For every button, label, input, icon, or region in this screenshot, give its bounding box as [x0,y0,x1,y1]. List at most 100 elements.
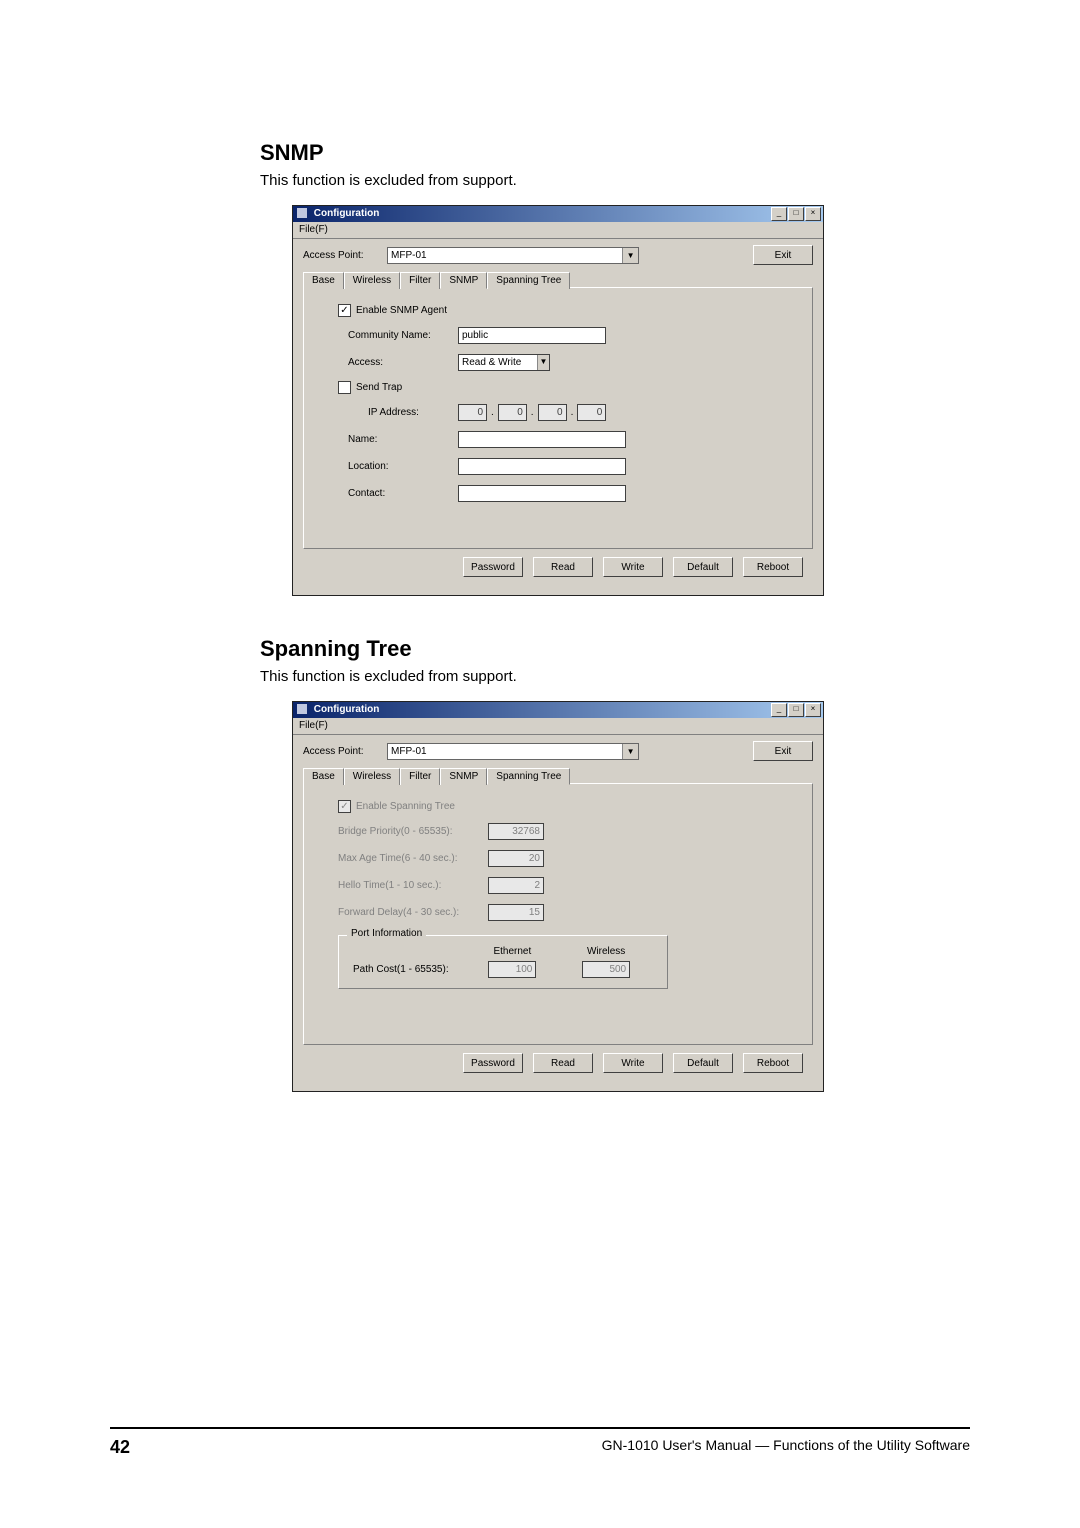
reboot-button[interactable]: Reboot [743,557,803,577]
exit-button[interactable]: Exit [753,245,813,265]
tab-snmp[interactable]: SNMP [440,272,487,289]
desc-spanning: This function is excluded from support. [260,668,970,685]
enable-spanning-label: Enable Spanning Tree [356,801,455,812]
ethernet-header: Ethernet [466,946,560,957]
ip-octet-1[interactable]: 0 [458,404,487,421]
send-trap-checkbox[interactable]: Send Trap [338,381,788,394]
access-point-combo[interactable]: ▼ [387,247,639,264]
heading-spanning: Spanning Tree [260,636,970,662]
menu-file[interactable]: File(F) [299,720,328,731]
chevron-down-icon[interactable]: ▼ [622,248,638,263]
tab-filter[interactable]: Filter [400,768,440,785]
close-icon[interactable]: × [805,207,821,221]
pathcost-wl-input[interactable] [582,961,630,978]
footer-text: GN-1010 User's Manual — Functions of the… [602,1437,970,1458]
tab-spanning[interactable]: Spanning Tree [487,272,570,289]
port-information-group: Port Information Ethernet Wireless Path … [338,935,668,989]
chevron-down-icon[interactable]: ▼ [537,355,549,370]
maximize-icon[interactable]: □ [788,207,804,221]
contact-label: Contact: [348,488,458,499]
app-icon [297,208,307,218]
screenshot-spanning: Configuration _ □ × File(F) Access Point… [292,701,824,1092]
password-button[interactable]: Password [463,1053,523,1073]
tab-filter[interactable]: Filter [400,272,440,289]
maxage-label: Max Age Time(6 - 40 sec.): [338,853,488,864]
access-point-label: Access Point: [303,250,381,261]
tab-strip: Base Wireless Filter SNMP Spanning Tree [303,271,813,288]
exit-button[interactable]: Exit [753,741,813,761]
location-input[interactable] [458,458,626,475]
name-input[interactable] [458,431,626,448]
checkbox-checked-icon: ✓ [338,304,351,317]
access-point-combo[interactable]: ▼ [387,743,639,760]
hello-label: Hello Time(1 - 10 sec.): [338,880,488,891]
enable-snmp-checkbox[interactable]: ✓ Enable SNMP Agent [338,304,788,317]
access-select[interactable]: ▼ [458,354,550,371]
enable-snmp-label: Enable SNMP Agent [356,305,447,316]
tab-base[interactable]: Base [303,768,344,785]
tab-strip: Base Wireless Filter SNMP Spanning Tree [303,767,813,784]
minimize-icon[interactable]: _ [771,207,787,221]
access-value[interactable] [459,355,537,370]
ip-octet-2[interactable]: 0 [498,404,527,421]
window-controls: _ □ × [771,703,821,717]
dialog-buttons: Password Read Write Default Reboot [303,1045,813,1081]
reboot-button[interactable]: Reboot [743,1053,803,1073]
ip-label: IP Address: [368,407,458,418]
chevron-down-icon[interactable]: ▼ [622,744,638,759]
send-trap-label: Send Trap [356,382,402,393]
access-point-input[interactable] [388,744,622,759]
snmp-panel: ✓ Enable SNMP Agent Community Name: Acce… [303,287,813,549]
tab-wireless[interactable]: Wireless [344,768,400,785]
tab-spanning[interactable]: Spanning Tree [487,768,570,785]
read-button[interactable]: Read [533,557,593,577]
tab-snmp[interactable]: SNMP [440,768,487,785]
name-label: Name: [348,434,458,445]
location-label: Location: [348,461,458,472]
heading-snmp: SNMP [260,140,970,166]
read-button[interactable]: Read [533,1053,593,1073]
community-input[interactable] [458,327,606,344]
password-button[interactable]: Password [463,557,523,577]
ip-octet-4[interactable]: 0 [577,404,606,421]
access-point-label: Access Point: [303,746,381,757]
community-label: Community Name: [348,330,458,341]
enable-spanning-checkbox[interactable]: ✓ Enable Spanning Tree [338,800,788,813]
wireless-header: Wireless [559,946,653,957]
write-button[interactable]: Write [603,557,663,577]
page-number: 42 [110,1437,130,1458]
pathcost-eth-input[interactable] [488,961,536,978]
menu-file[interactable]: File(F) [299,224,328,235]
app-icon [297,704,307,714]
window-title: Configuration [314,704,380,715]
default-button[interactable]: Default [673,557,733,577]
write-button[interactable]: Write [603,1053,663,1073]
tab-base[interactable]: Base [303,272,344,289]
access-point-input[interactable] [388,248,622,263]
ip-octet-3[interactable]: 0 [538,404,567,421]
titlebar: Configuration _ □ × [293,206,823,222]
close-icon[interactable]: × [805,703,821,717]
contact-input[interactable] [458,485,626,502]
desc-snmp: This function is excluded from support. [260,172,970,189]
checkbox-unchecked-icon [338,381,351,394]
window-title: Configuration [314,208,380,219]
forward-delay-label: Forward Delay(4 - 30 sec.): [338,907,488,918]
pathcost-label: Path Cost(1 - 65535): [353,964,466,975]
bridge-priority-label: Bridge Priority(0 - 65535): [338,826,488,837]
screenshot-snmp: Configuration _ □ × File(F) Access Point… [292,205,824,596]
titlebar: Configuration _ □ × [293,702,823,718]
dialog-buttons: Password Read Write Default Reboot [303,549,813,585]
spanning-panel: ✓ Enable Spanning Tree Bridge Priority(0… [303,783,813,1045]
checkbox-checked-icon: ✓ [338,800,351,813]
tab-wireless[interactable]: Wireless [344,272,400,289]
maximize-icon[interactable]: □ [788,703,804,717]
hello-input[interactable] [488,877,544,894]
minimize-icon[interactable]: _ [771,703,787,717]
page-footer: 42 GN-1010 User's Manual — Functions of … [110,1427,970,1458]
default-button[interactable]: Default [673,1053,733,1073]
bridge-priority-input[interactable] [488,823,544,840]
maxage-input[interactable] [488,850,544,867]
access-label: Access: [348,357,458,368]
forward-delay-input[interactable] [488,904,544,921]
